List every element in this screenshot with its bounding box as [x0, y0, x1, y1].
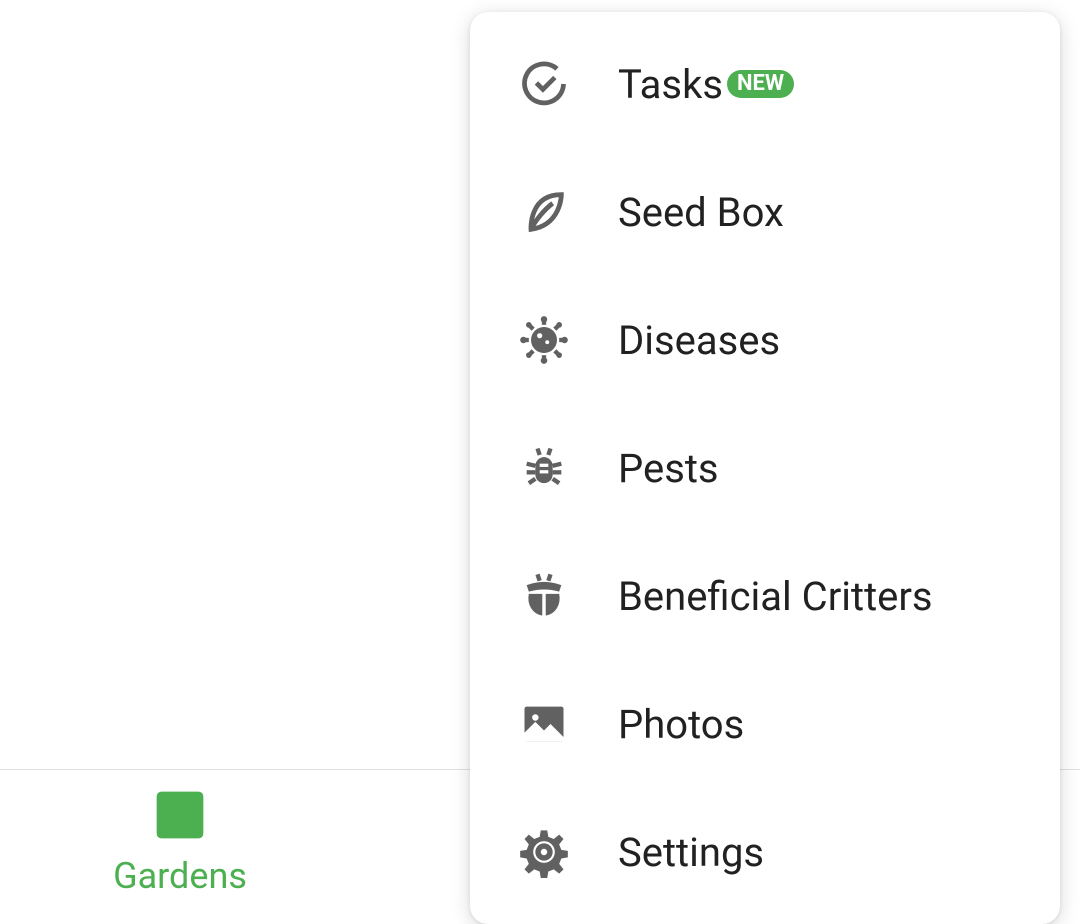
menu-label-diseases: Diseases	[618, 317, 1012, 364]
grid-icon	[152, 787, 208, 847]
menu-label-photos: Photos	[618, 701, 1012, 748]
nav-label-gardens: Gardens	[113, 855, 247, 897]
menu-item-seed-box[interactable]: Seed Box	[470, 148, 1060, 276]
bug-icon	[518, 442, 570, 494]
leaf-icon	[518, 186, 570, 238]
gear-icon	[518, 826, 570, 878]
menu-item-diseases[interactable]: Diseases	[470, 276, 1060, 404]
virus-icon	[518, 314, 570, 366]
menu-item-pests[interactable]: Pests	[470, 404, 1060, 532]
menu-label-tasks: TasksNEW	[618, 61, 1012, 108]
popup-menu: TasksNEW Seed Box	[470, 12, 1060, 924]
menu-label-seed-box: Seed Box	[618, 189, 1012, 236]
check-circle-icon	[518, 58, 570, 110]
menu-label-beneficial-critters: Beneficial Critters	[618, 573, 1012, 620]
beetle-icon	[518, 570, 570, 622]
photo-icon	[518, 698, 570, 750]
menu-item-tasks[interactable]: TasksNEW	[470, 20, 1060, 148]
menu-item-settings[interactable]: Settings	[470, 788, 1060, 916]
menu-item-beneficial-critters[interactable]: Beneficial Critters	[470, 532, 1060, 660]
menu-label-settings: Settings	[618, 829, 1012, 876]
menu-item-photos[interactable]: Photos	[470, 660, 1060, 788]
nav-item-gardens[interactable]: Gardens	[0, 770, 360, 914]
menu-label-pests: Pests	[618, 445, 1012, 492]
new-badge: NEW	[727, 70, 794, 98]
